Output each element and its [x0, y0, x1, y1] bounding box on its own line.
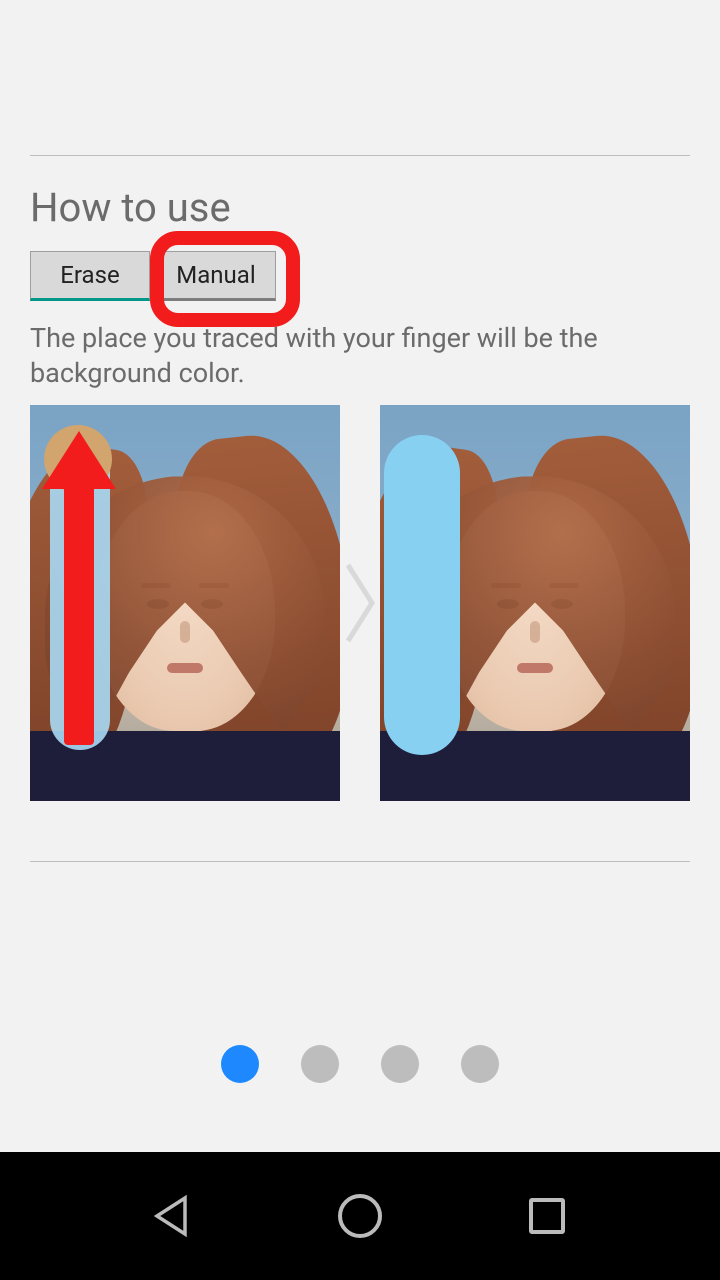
divider-top	[30, 155, 690, 156]
page-dot-1[interactable]	[221, 1045, 259, 1083]
erased-area-stroke	[384, 435, 460, 755]
android-navbar	[0, 1152, 720, 1280]
top-spacer	[30, 0, 690, 155]
instruction-text: The place you traced with your finger wi…	[30, 321, 690, 391]
page-dot-4[interactable]	[461, 1045, 499, 1083]
demo-image-before	[30, 405, 340, 801]
nav-back-icon[interactable]	[149, 1192, 197, 1240]
chevron-right-icon	[344, 559, 376, 647]
demo-images-row	[30, 405, 690, 801]
page-title: How to use	[30, 184, 690, 231]
nav-recent-icon[interactable]	[523, 1192, 571, 1240]
tab-row: Erase Manual	[30, 251, 690, 301]
tab-manual[interactable]: Manual	[156, 251, 276, 301]
annotation-swipe-arrow-icon	[64, 465, 94, 745]
divider-bottom	[30, 861, 690, 862]
screen: How to use Erase Manual The place you tr…	[0, 0, 720, 1280]
content-area: How to use Erase Manual The place you tr…	[0, 0, 720, 862]
page-dot-2[interactable]	[301, 1045, 339, 1083]
page-dot-3[interactable]	[381, 1045, 419, 1083]
nav-home-icon[interactable]	[336, 1192, 384, 1240]
tab-erase[interactable]: Erase	[30, 251, 150, 301]
demo-image-after	[380, 405, 690, 801]
pagination-dots	[0, 1045, 720, 1083]
